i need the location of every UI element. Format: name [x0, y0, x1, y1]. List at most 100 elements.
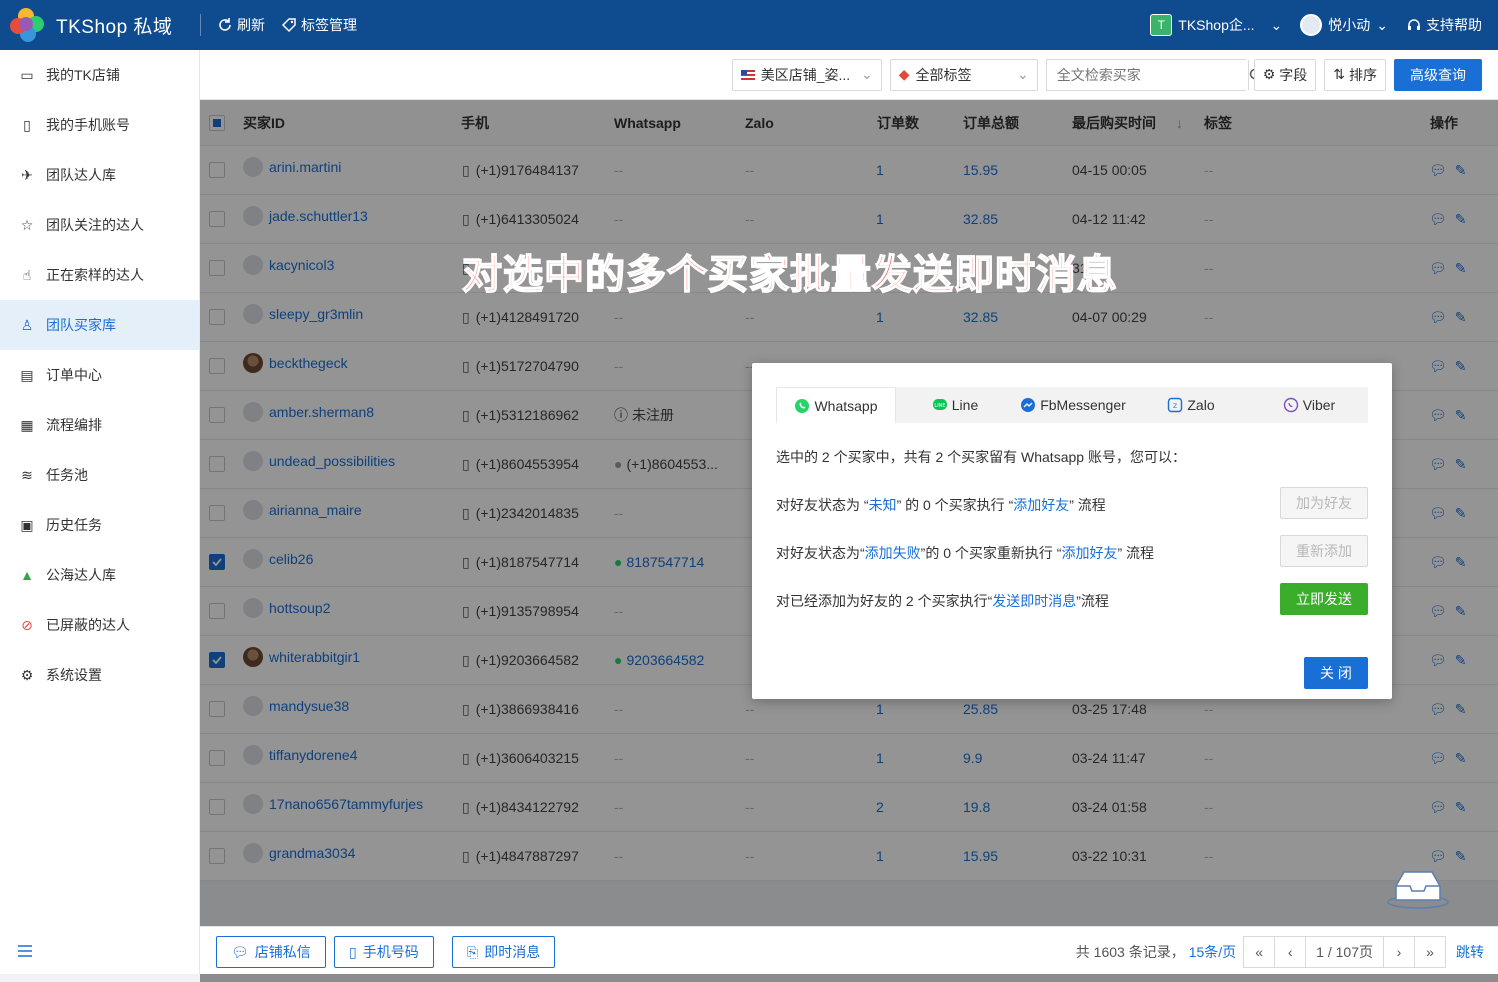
annotation-title: 对选中的多个买家批量发送即时消息	[461, 252, 1118, 298]
store-icon: ▭	[20, 66, 34, 83]
sidebar-item-label: 已屏蔽的达人	[46, 617, 130, 633]
tag-manage-button[interactable]: 标签管理	[281, 15, 357, 35]
avatar	[1300, 14, 1323, 36]
sidebar-item-4[interactable]: ☝ 正在索样的达人	[0, 250, 199, 300]
line2-post: ” 流程	[1117, 545, 1155, 561]
sidebar-item-2[interactable]: ✈ 团队达人库	[0, 150, 199, 200]
filter-bar: 美区店铺_姿... ⌄ ◆ 全部标签 ⌄ ⚙ 字段 ⇅ 排序 高级查询	[200, 50, 1498, 100]
line1-post: ” 流程	[1069, 497, 1106, 513]
zalo-icon: Z	[1168, 397, 1183, 413]
svg-text:Z: Z	[1173, 403, 1177, 410]
sidebar-item-10[interactable]: ▲ 公海达人库	[0, 550, 199, 600]
chat-icon: 💬︎	[231, 943, 249, 960]
order-icon: ▤	[20, 366, 34, 383]
advanced-search-button[interactable]: 高级查询	[1394, 58, 1482, 91]
sort-button[interactable]: ⇅ 排序	[1324, 58, 1386, 91]
chevron-down-icon: ⌄	[1270, 16, 1283, 33]
refresh-icon	[219, 18, 231, 31]
total-records: 共 1603 条记录，	[1075, 944, 1185, 960]
menu-collapse-icon[interactable]	[18, 945, 32, 960]
user-menu[interactable]: 悦小动 ⌄	[1300, 14, 1388, 36]
sidebar-item-label: 订单中心	[46, 367, 102, 383]
sidebar-item-11[interactable]: ⊘ 已屏蔽的达人	[0, 600, 199, 650]
status-unknown-link[interactable]: 未知	[869, 497, 897, 513]
creator-icon: ✈	[21, 166, 33, 183]
company-badge: T	[1150, 14, 1173, 36]
readd-friend-flow-link[interactable]: 添加好友	[1061, 545, 1117, 561]
sidebar-item-label: 任务池	[46, 467, 88, 483]
tab-viber[interactable]: Viber	[1250, 387, 1368, 423]
svg-text:LINE: LINE	[934, 403, 945, 409]
phone-number-button[interactable]: ▯ 手机号码	[334, 936, 434, 968]
tab-whatsapp-label: Whatsapp	[814, 397, 878, 414]
sidebar-item-9[interactable]: ▣ 历史任务	[0, 500, 199, 550]
add-friend-flow-link[interactable]: 添加好友	[1013, 497, 1069, 513]
instant-message-label: 即时消息	[484, 944, 541, 960]
sidebar-item-3[interactable]: ☆ 团队关注的达人	[0, 200, 199, 250]
fields-label: 字段	[1279, 66, 1308, 83]
tab-line[interactable]: LINE Line	[896, 387, 1014, 423]
clipboard-icon: ▣	[20, 516, 34, 533]
instant-message-button[interactable]: ⎘ 即时消息	[452, 936, 556, 968]
status-failed-link[interactable]: 添加失败	[865, 545, 921, 561]
prev-page-button[interactable]: ‹	[1274, 936, 1307, 968]
page-size-select[interactable]: 15条/页	[1189, 942, 1236, 962]
im-channel-tabs: Whatsapp LINE Line FbMessenger Z Zalo Vi…	[776, 387, 1368, 423]
sidebar-item-label: 系统设置	[46, 667, 102, 683]
jump-button[interactable]: 跳转	[1456, 942, 1484, 962]
failed-status-line: 对好友状态为“添加失败”的 0 个买家重新执行 “添加好友” 流程	[776, 543, 1154, 563]
sidebar-item-7[interactable]: ▦ 流程编排	[0, 400, 199, 450]
sidebar-item-label: 我的手机账号	[46, 117, 130, 133]
send-im-flow-link[interactable]: 发送即时消息	[992, 593, 1076, 609]
tags-select[interactable]: ◆ 全部标签 ⌄	[889, 58, 1038, 91]
add-friend-button[interactable]: 加为好友	[1280, 487, 1368, 519]
tab-whatsapp[interactable]: Whatsapp	[776, 387, 896, 423]
whatsapp-icon	[795, 398, 810, 413]
viber-icon	[1283, 397, 1298, 413]
messenger-icon	[1021, 398, 1036, 412]
tab-fbmessenger[interactable]: FbMessenger	[1014, 387, 1132, 423]
sidebar-item-label: 我的TK店铺	[46, 67, 120, 83]
sidebar-item-12[interactable]: ⚙ 系统设置	[0, 650, 199, 700]
block-icon: ⊘	[21, 616, 33, 633]
company-name: TKShop企...	[1178, 17, 1255, 33]
readd-button[interactable]: 重新添加	[1280, 535, 1368, 567]
search-input[interactable]	[1046, 59, 1248, 90]
im-summary: 选中的 2 个买家中，共有 2 个买家留有 Whatsapp 账号，您可以：	[776, 449, 1186, 465]
shop-select-value: 美区店铺_姿...	[760, 66, 851, 83]
first-page-button[interactable]: «	[1243, 936, 1276, 968]
sidebar-item-1[interactable]: ▯ 我的手机账号	[0, 100, 199, 150]
help-button[interactable]: 支持帮助	[1406, 15, 1482, 35]
phone-icon: ▯	[23, 116, 31, 133]
search-box	[1045, 58, 1263, 91]
last-page-button[interactable]: »	[1414, 936, 1446, 968]
page-indicator: 1 / 107页	[1305, 936, 1384, 968]
flow-icon: ▦	[20, 416, 34, 433]
close-button[interactable]: 关 闭	[1304, 657, 1368, 689]
chevron-down-icon: ⌄	[860, 66, 873, 82]
refresh-button[interactable]: 刷新	[217, 15, 265, 35]
tags-select-value: 全部标签	[915, 66, 972, 83]
gear-icon: ⚙	[1262, 66, 1276, 82]
tab-zalo[interactable]: Z Zalo	[1132, 387, 1250, 423]
app-logo[interactable]: TKShop 私域	[0, 6, 200, 44]
help-label: 支持帮助	[1426, 17, 1482, 33]
sidebar-item-5[interactable]: ♙ 团队买家库	[0, 300, 199, 350]
sidebar-item-label: 团队买家库	[46, 317, 116, 333]
shop-message-button[interactable]: 💬︎ 店铺私信	[216, 936, 326, 968]
fields-button[interactable]: ⚙ 字段	[1253, 58, 1317, 91]
sidebar-item-0[interactable]: ▭ 我的TK店铺	[0, 50, 199, 100]
company-switcher[interactable]: T TKShop企... ⌄	[1150, 14, 1282, 36]
sidebar-item-6[interactable]: ▤ 订单中心	[0, 350, 199, 400]
sidebar-item-8[interactable]: ≋ 任务池	[0, 450, 199, 500]
us-flag-icon	[740, 69, 755, 80]
star-icon: ☆	[20, 216, 34, 233]
sidebar-item-label: 公海达人库	[46, 567, 116, 583]
send-now-button[interactable]: 立即发送	[1280, 583, 1368, 615]
user-name: 悦小动	[1328, 17, 1371, 33]
tag-icon: ◆	[898, 66, 910, 82]
shop-select[interactable]: 美区店铺_姿... ⌄	[731, 58, 882, 91]
logo-icon	[8, 6, 46, 44]
next-page-button[interactable]: ›	[1383, 936, 1415, 968]
message-icon: ⎘	[467, 943, 479, 960]
